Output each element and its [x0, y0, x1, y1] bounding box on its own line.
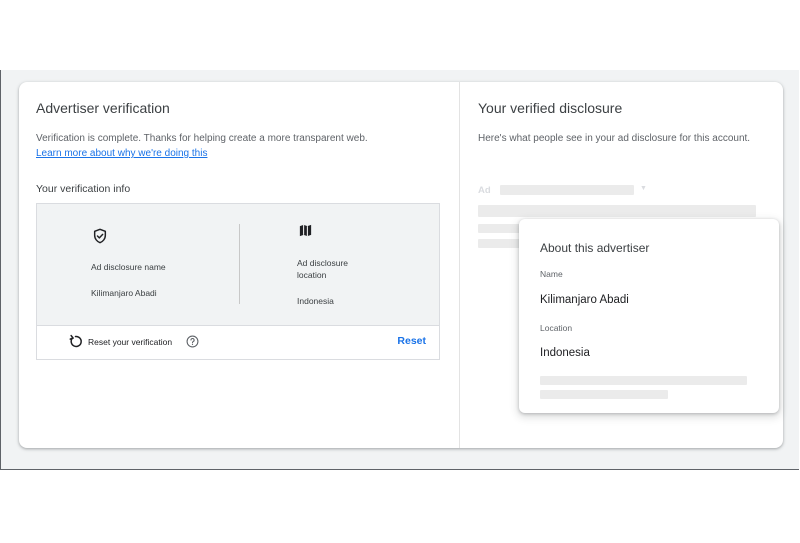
placeholder-bar: [540, 376, 747, 385]
disclosure-location-label: Ad disclosure location: [297, 257, 348, 281]
ad-label: Ad: [478, 185, 491, 196]
verification-card: Advertiser verification Verification is …: [19, 82, 783, 448]
panel-title: Your verified disclosure: [478, 100, 623, 116]
popup-location-label: Location: [540, 323, 573, 333]
verified-disclosure-panel: Your verified disclosure Here's what peo…: [460, 82, 783, 448]
section-label: Your verification info: [36, 183, 131, 195]
popup-name-label: Name: [540, 269, 563, 279]
location-label-line2: location: [297, 270, 327, 280]
popup-title: About this advertiser: [540, 241, 650, 255]
verification-description: Verification is complete. Thanks for hel…: [36, 131, 436, 161]
disclosure-name-value: Kilimanjaro Abadi: [91, 288, 157, 298]
placeholder-bar: [540, 390, 668, 399]
reset-button[interactable]: Reset: [397, 335, 426, 347]
page-background: Advertiser verification Verification is …: [0, 70, 799, 470]
advertiser-verification-panel: Advertiser verification Verification is …: [19, 82, 459, 448]
popup-location-value: Indonesia: [540, 347, 590, 359]
reset-verification-row: Reset your verification Reset: [37, 325, 439, 359]
about-advertiser-popup: About this advertiser Name Kilimanjaro A…: [519, 219, 779, 413]
map-icon: [299, 224, 312, 237]
disclosure-location-value: Indonesia: [297, 296, 334, 306]
reset-verification-text[interactable]: Reset your verification: [88, 337, 172, 347]
learn-more-link[interactable]: Learn more about why we're doing this: [36, 148, 207, 159]
column-divider: [239, 224, 240, 304]
location-label-line1: Ad disclosure: [297, 258, 349, 268]
panel-title: Advertiser verification: [36, 100, 170, 116]
placeholder-bar: [478, 205, 756, 217]
reset-icon[interactable]: [68, 334, 83, 349]
popup-name-value: Kilimanjaro Abadi: [540, 294, 629, 306]
help-circle-icon[interactable]: [186, 335, 199, 348]
verification-info-box: Ad disclosure name Kilimanjaro Abadi Ad …: [36, 203, 440, 360]
disclosure-description: Here's what people see in your ad disclo…: [478, 133, 751, 144]
chevron-down-icon: ▼: [640, 185, 647, 192]
disclosure-name-label: Ad disclosure name: [91, 262, 166, 272]
shield-check-icon: [93, 228, 107, 244]
placeholder-bar: [500, 185, 634, 195]
verification-status-text: Verification is complete. Thanks for hel…: [36, 133, 368, 144]
verification-info-details: Ad disclosure name Kilimanjaro Abadi Ad …: [37, 204, 439, 326]
